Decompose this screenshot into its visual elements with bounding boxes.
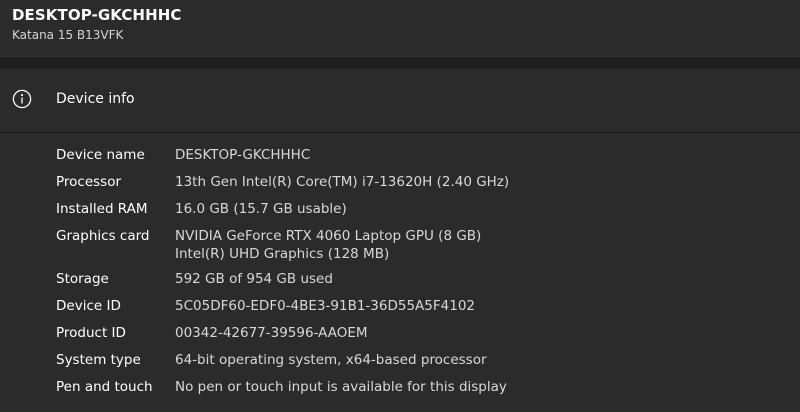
row-label: Storage bbox=[56, 271, 109, 287]
row-label: Installed RAM bbox=[56, 201, 148, 217]
device-header: DESKTOP-GKCHHHC Katana 15 B13VFK bbox=[0, 0, 800, 59]
row-label: Graphics card bbox=[56, 228, 150, 244]
row-label: Pen and touch bbox=[56, 379, 153, 395]
row-value[interactable]: 13th Gen Intel(R) Core(TM) i7-13620H (2.… bbox=[175, 169, 509, 196]
row-value[interactable]: NVIDIA GeForce RTX 4060 Laptop GPU (8 GB… bbox=[175, 223, 481, 266]
graphics-card-line: Intel(R) UHD Graphics (128 MB) bbox=[175, 246, 390, 262]
device-title: DESKTOP-GKCHHHC bbox=[12, 6, 182, 24]
row-device-name: Device name DESKTOP-GKCHHHC bbox=[0, 142, 800, 169]
row-label: Processor bbox=[56, 174, 122, 190]
row-graphics-card: Graphics card NVIDIA GeForce RTX 4060 La… bbox=[0, 223, 800, 266]
graphics-card-line: NVIDIA GeForce RTX 4060 Laptop GPU (8 GB… bbox=[175, 228, 482, 244]
row-installed-ram: Installed RAM 16.0 GB (15.7 GB usable) bbox=[0, 196, 800, 223]
row-label: Device name bbox=[56, 147, 145, 163]
info-icon bbox=[12, 89, 32, 109]
section-gap bbox=[0, 59, 800, 69]
row-product-id: Product ID 00342-42677-39596-AAOEM bbox=[0, 320, 800, 347]
row-value[interactable]: 00342-42677-39596-AAOEM bbox=[175, 320, 368, 347]
row-value[interactable]: DESKTOP-GKCHHHC bbox=[175, 142, 310, 169]
row-storage: Storage 592 GB of 954 GB used bbox=[0, 266, 800, 293]
device-info-rows: Device name DESKTOP-GKCHHHC Processor 13… bbox=[0, 142, 800, 401]
row-label: Device ID bbox=[56, 298, 121, 314]
device-info-card: Device info Device name DESKTOP-GKCHHHC … bbox=[0, 69, 800, 412]
settings-about-page: DESKTOP-GKCHHHC Katana 15 B13VFK Device … bbox=[0, 0, 800, 412]
row-value[interactable]: 592 GB of 954 GB used bbox=[175, 266, 333, 293]
row-value[interactable]: 16.0 GB (15.7 GB usable) bbox=[175, 196, 347, 223]
row-system-type: System type 64-bit operating system, x64… bbox=[0, 347, 800, 374]
row-value[interactable]: 64-bit operating system, x64-based proce… bbox=[175, 347, 487, 374]
row-pen-and-touch: Pen and touch No pen or touch input is a… bbox=[0, 374, 800, 401]
device-info-header[interactable]: Device info bbox=[0, 69, 800, 133]
row-value[interactable]: 5C05DF60-EDF0-4BE3-91B1-36D55A5F4102 bbox=[175, 293, 475, 320]
row-label: System type bbox=[56, 352, 141, 368]
row-device-id: Device ID 5C05DF60-EDF0-4BE3-91B1-36D55A… bbox=[0, 293, 800, 320]
row-processor: Processor 13th Gen Intel(R) Core(TM) i7-… bbox=[0, 169, 800, 196]
device-info-title: Device info bbox=[56, 91, 135, 107]
device-model: Katana 15 B13VFK bbox=[12, 28, 124, 42]
row-value[interactable]: No pen or touch input is available for t… bbox=[175, 374, 507, 401]
row-label: Product ID bbox=[56, 325, 126, 341]
